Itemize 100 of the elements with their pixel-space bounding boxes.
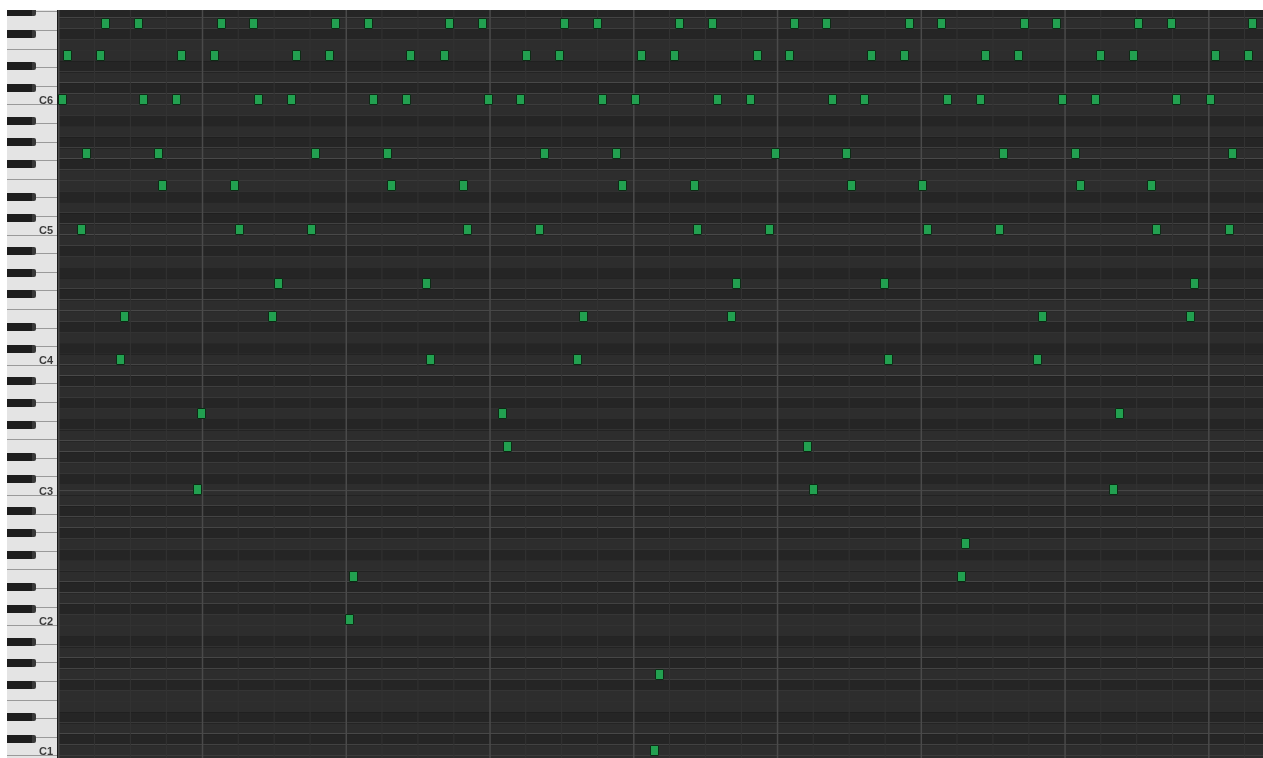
sharp-key[interactable] xyxy=(7,453,36,462)
note-block[interactable] xyxy=(310,147,320,159)
note-block[interactable] xyxy=(138,93,148,105)
note-block[interactable] xyxy=(1090,93,1100,105)
note-block[interactable] xyxy=(617,180,627,192)
note-block[interactable] xyxy=(808,484,818,496)
note-block[interactable] xyxy=(1171,93,1181,105)
note-block[interactable] xyxy=(994,223,1004,235)
note-block[interactable] xyxy=(956,570,966,582)
note-block[interactable] xyxy=(100,17,110,29)
sharp-key[interactable] xyxy=(7,10,36,17)
sharp-key[interactable] xyxy=(7,680,36,689)
sharp-key[interactable] xyxy=(7,214,36,223)
sharp-key[interactable] xyxy=(7,583,36,592)
note-block[interactable] xyxy=(344,614,354,626)
note-block[interactable] xyxy=(216,17,226,29)
sharp-key[interactable] xyxy=(7,659,36,668)
note-block[interactable] xyxy=(267,310,277,322)
note-block[interactable] xyxy=(324,50,334,62)
note-block[interactable] xyxy=(483,93,493,105)
note-block[interactable] xyxy=(899,50,909,62)
note-block[interactable] xyxy=(692,223,702,235)
sharp-key[interactable] xyxy=(7,377,36,386)
note-block[interactable] xyxy=(1057,93,1067,105)
note-block[interactable] xyxy=(1095,50,1105,62)
note-block[interactable] xyxy=(592,17,602,29)
note-block[interactable] xyxy=(1032,353,1042,365)
sharp-key[interactable] xyxy=(7,604,36,613)
note-block[interactable] xyxy=(1227,147,1237,159)
note-block[interactable] xyxy=(229,180,239,192)
note-block[interactable] xyxy=(539,147,549,159)
note-block[interactable] xyxy=(707,17,717,29)
sharp-key[interactable] xyxy=(7,474,36,483)
sharp-key[interactable] xyxy=(7,116,36,125)
note-block[interactable] xyxy=(1210,50,1220,62)
note-block[interactable] xyxy=(421,277,431,289)
note-block[interactable] xyxy=(248,17,258,29)
note-block[interactable] xyxy=(171,93,181,105)
note-block[interactable] xyxy=(752,50,762,62)
note-block[interactable] xyxy=(1247,17,1257,29)
note-block[interactable] xyxy=(286,93,296,105)
note-block[interactable] xyxy=(1019,17,1029,29)
note-block[interactable] xyxy=(348,570,358,582)
note-block[interactable] xyxy=(157,180,167,192)
note-block[interactable] xyxy=(846,180,856,192)
note-block[interactable] xyxy=(439,50,449,62)
note-block[interactable] xyxy=(363,17,373,29)
note-block[interactable] xyxy=(534,223,544,235)
note-block[interactable] xyxy=(1128,50,1138,62)
note-block[interactable] xyxy=(62,50,72,62)
note-block[interactable] xyxy=(515,93,525,105)
note-block[interactable] xyxy=(1151,223,1161,235)
note-block[interactable] xyxy=(425,353,435,365)
sharp-key[interactable] xyxy=(7,138,36,147)
note-block[interactable] xyxy=(234,223,244,235)
sharp-key[interactable] xyxy=(7,550,36,559)
note-block[interactable] xyxy=(611,147,621,159)
note-block[interactable] xyxy=(883,353,893,365)
note-block[interactable] xyxy=(1114,408,1124,420)
note-block[interactable] xyxy=(458,180,468,192)
sharp-key[interactable] xyxy=(7,246,36,255)
sharp-key[interactable] xyxy=(7,160,36,169)
note-block[interactable] xyxy=(1205,93,1215,105)
note-block[interactable] xyxy=(81,147,91,159)
note-block[interactable] xyxy=(784,50,794,62)
sharp-key[interactable] xyxy=(7,84,36,93)
note-block[interactable] xyxy=(273,277,283,289)
note-block[interactable] xyxy=(998,147,1008,159)
note-block[interactable] xyxy=(76,223,86,235)
note-block[interactable] xyxy=(153,147,163,159)
note-block[interactable] xyxy=(196,408,206,420)
note-block[interactable] xyxy=(1166,17,1176,29)
note-block[interactable] xyxy=(859,93,869,105)
sharp-key[interactable] xyxy=(7,420,36,429)
note-block[interactable] xyxy=(689,180,699,192)
note-block[interactable] xyxy=(306,223,316,235)
note-block[interactable] xyxy=(630,93,640,105)
note-block[interactable] xyxy=(745,93,755,105)
note-block[interactable] xyxy=(904,17,914,29)
note-block[interactable] xyxy=(330,17,340,29)
note-block[interactable] xyxy=(462,223,472,235)
note-block[interactable] xyxy=(922,223,932,235)
note-block[interactable] xyxy=(1108,484,1118,496)
note-block[interactable] xyxy=(636,50,646,62)
sharp-key[interactable] xyxy=(7,735,36,744)
note-block[interactable] xyxy=(192,484,202,496)
sharp-key[interactable] xyxy=(7,507,36,516)
note-block[interactable] xyxy=(497,408,507,420)
note-block[interactable] xyxy=(133,17,143,29)
note-block[interactable] xyxy=(176,50,186,62)
note-block[interactable] xyxy=(444,17,454,29)
sharp-key[interactable] xyxy=(7,29,36,38)
sharp-key[interactable] xyxy=(7,268,36,277)
note-block[interactable] xyxy=(368,93,378,105)
note-block[interactable] xyxy=(649,744,659,756)
note-block[interactable] xyxy=(559,17,569,29)
note-block[interactable] xyxy=(936,17,946,29)
note-block[interactable] xyxy=(1185,310,1195,322)
note-block[interactable] xyxy=(669,50,679,62)
sharp-key[interactable] xyxy=(7,713,36,722)
